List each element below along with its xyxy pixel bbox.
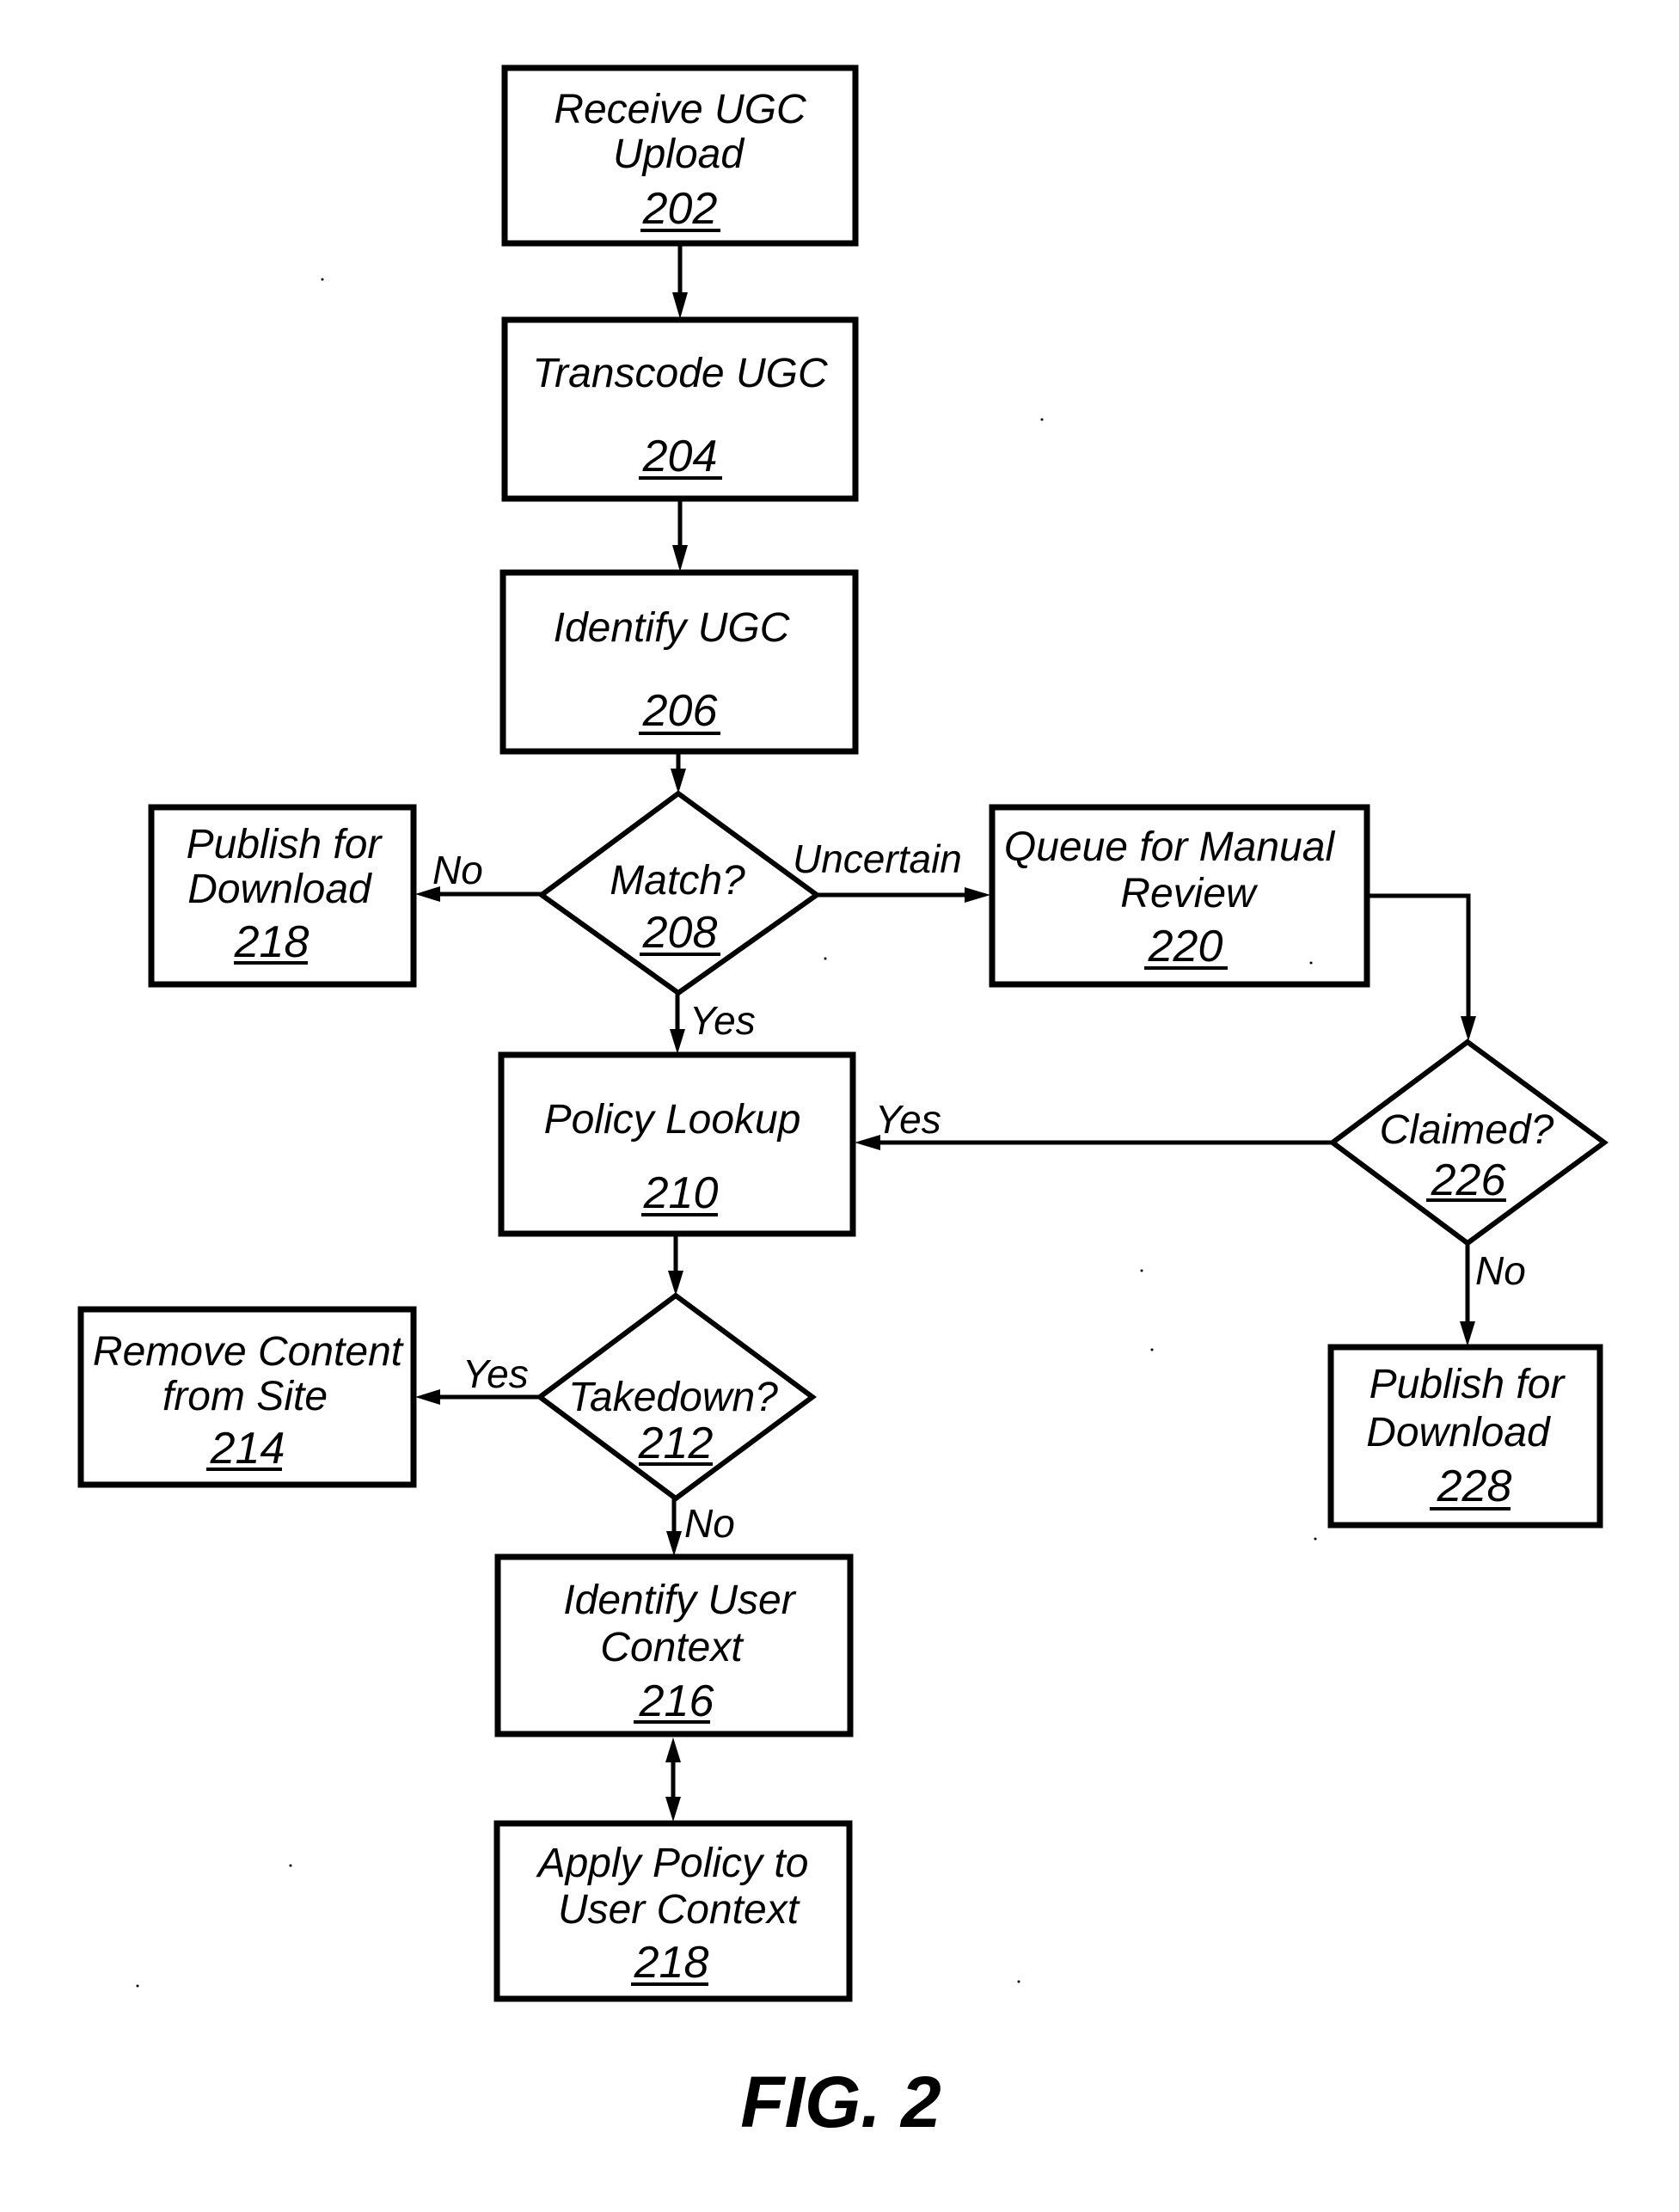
figure-caption: FIG. 2 xyxy=(740,2062,941,2142)
node-226-ref: 226 xyxy=(1431,1155,1506,1205)
arrowhead-208-210 xyxy=(670,1029,685,1054)
speck xyxy=(824,957,827,960)
speck xyxy=(1140,1269,1143,1272)
node-214-ref: 214 xyxy=(210,1424,285,1474)
label-claimed-yes: Yes xyxy=(875,1097,941,1142)
arrowhead-212-214 xyxy=(415,1389,440,1405)
speck xyxy=(1150,1348,1154,1351)
arrowhead-204-206 xyxy=(672,545,688,572)
node-214: Remove Content from Site 214 xyxy=(77,1306,417,1488)
node-210: Policy Lookup 210 xyxy=(498,1051,856,1237)
node-218a-line-1: Publish for xyxy=(187,822,383,867)
label-takedown-no: No xyxy=(684,1501,735,1546)
label-match-uncertain: Uncertain xyxy=(793,836,962,881)
node-212: Takedown? 212 xyxy=(535,1292,818,1502)
label-claimed-no: No xyxy=(1475,1248,1526,1293)
node-218b-ref: 218 xyxy=(634,1938,709,1988)
arrowhead-226-228 xyxy=(1460,1321,1475,1346)
node-218a: Publish for Download 218 xyxy=(148,804,417,988)
node-210-ref: 210 xyxy=(643,1168,719,1218)
node-216-ref: 216 xyxy=(639,1676,714,1726)
node-220-line-1: Queue for Manual xyxy=(1004,824,1336,870)
node-220: Queue for Manual Review 220 xyxy=(989,804,1370,988)
node-206-line-1: Identify UGC xyxy=(554,605,790,651)
node-204-ref: 204 xyxy=(642,432,718,481)
arrowhead-206-208 xyxy=(671,769,686,794)
node-212-line-1: Takedown? xyxy=(568,1375,778,1420)
node-202-line-2: Upload xyxy=(613,132,745,177)
node-204: Transcode UGC 204 xyxy=(501,316,859,502)
speck xyxy=(1017,1980,1020,1983)
arrowhead-216-218-down xyxy=(665,1797,681,1822)
node-202-line-1: Receive UGC xyxy=(554,87,806,132)
node-208-ref: 208 xyxy=(642,908,718,958)
edge-220-226 xyxy=(1369,893,1471,1016)
label-takedown-yes: Yes xyxy=(463,1351,529,1396)
node-208-line-1: Match? xyxy=(610,858,745,904)
node-206-ref: 206 xyxy=(642,686,718,736)
node-202: Receive UGC Upload 202 xyxy=(501,64,859,247)
node-220-ref: 220 xyxy=(1148,922,1223,971)
arrowhead-210-212 xyxy=(668,1271,683,1296)
node-218b-line-1: Apply Policy to xyxy=(536,1841,809,1886)
speck xyxy=(289,1864,292,1867)
node-216-line-2: Context xyxy=(600,1625,744,1670)
label-match-no: No xyxy=(432,848,483,892)
node-212-ref: 212 xyxy=(638,1418,714,1468)
speck xyxy=(136,1984,139,1988)
node-228: Publish for Download 228 xyxy=(1327,1344,1603,1529)
node-218b-line-2: User Context xyxy=(558,1887,800,1933)
node-208: Match? 208 xyxy=(536,790,822,996)
node-218a-line-2: Download xyxy=(187,867,372,912)
flowchart: Receive UGC Upload 202 Transcode UGC 204… xyxy=(77,64,1609,2142)
node-214-line-1: Remove Content xyxy=(93,1329,404,1375)
speck xyxy=(321,278,324,281)
node-228-line-1: Publish for xyxy=(1370,1362,1566,1407)
arrowhead-212-216 xyxy=(666,1531,682,1556)
node-214-line-2: from Site xyxy=(162,1374,328,1419)
node-228-ref: 228 xyxy=(1437,1461,1512,1511)
node-202-ref: 202 xyxy=(642,184,718,234)
speck xyxy=(1314,1537,1317,1541)
node-216-line-1: Identify User xyxy=(563,1578,796,1623)
node-210-line-1: Policy Lookup xyxy=(544,1097,801,1143)
node-218b: Apply Policy to User Context 218 xyxy=(493,1820,853,2002)
arrowhead-202-204 xyxy=(672,292,688,319)
arrowhead-220-226 xyxy=(1461,1016,1476,1041)
node-228-line-2: Download xyxy=(1366,1410,1551,1455)
node-206: Identify UGC 206 xyxy=(499,569,859,755)
node-216: Identify User Context 216 xyxy=(494,1553,854,1737)
speck xyxy=(1309,961,1313,965)
node-226-line-1: Claimed? xyxy=(1380,1107,1554,1153)
speck xyxy=(1040,418,1044,421)
node-204-line-1: Transcode UGC xyxy=(532,351,828,396)
node-218a-ref: 218 xyxy=(234,917,309,967)
arrowhead-208-220 xyxy=(965,887,990,903)
node-220-line-2: Review xyxy=(1120,871,1259,916)
arrowhead-216-218-up xyxy=(665,1737,681,1762)
node-226: Claimed? 226 xyxy=(1327,1039,1609,1247)
label-match-yes: Yes xyxy=(689,998,756,1043)
